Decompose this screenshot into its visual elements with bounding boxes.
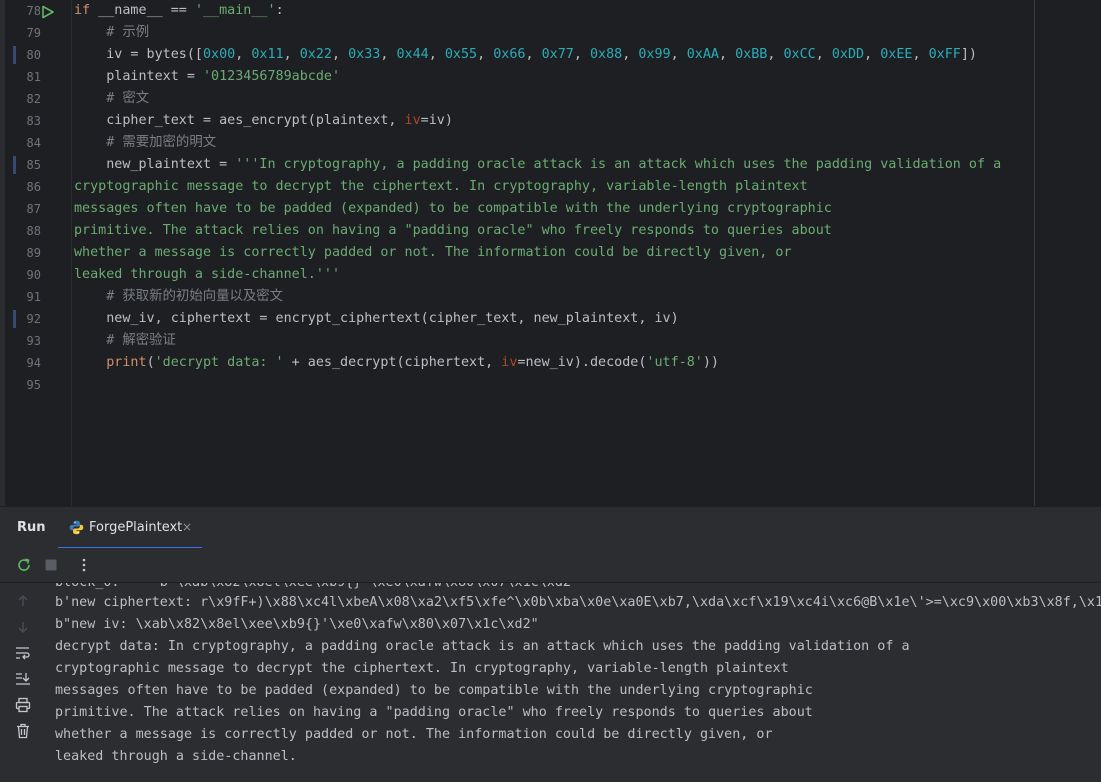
line-number: 90: [26, 268, 41, 282]
print-icon[interactable]: [14, 696, 32, 714]
tab-forge-plaintext[interactable]: ForgePlaintext ×: [58, 507, 202, 549]
code-line: new_iv, ciphertext = encrypt_ciphertext(…: [106, 311, 679, 326]
code-line: leaked through a side-channel.''': [74, 267, 341, 282]
arrow-down-icon[interactable]: [14, 618, 32, 636]
code-line: print('decrypt data: ' + aes_decrypt(cip…: [106, 355, 719, 370]
code-line: iv = bytes([0x00, 0x11, 0x22, 0x33, 0x44…: [106, 47, 977, 62]
code-line: whether a message is correctly padded or…: [74, 245, 792, 260]
console-line: leaked through a side-channel.: [55, 749, 297, 764]
code-line: # 解密验证: [106, 333, 176, 348]
line-number: 84: [26, 136, 41, 150]
code-line: new_plaintext = '''In cryptography, a pa…: [106, 157, 1002, 172]
line-number: 89: [26, 246, 41, 260]
code-line: # 获取新的初始向量以及密文: [106, 289, 284, 304]
run-tool-title: Run: [17, 520, 46, 535]
code-line: primitive. The attack relies on having a…: [74, 223, 832, 238]
code-line: # 示例: [106, 25, 150, 40]
code-line: # 密文: [106, 91, 150, 106]
tab-label: ForgePlaintext: [89, 520, 183, 535]
more-options-icon[interactable]: [75, 556, 93, 574]
soft-wrap-icon[interactable]: [14, 644, 32, 662]
line-number: 78: [26, 4, 41, 18]
rerun-icon[interactable]: [15, 556, 33, 574]
stop-icon[interactable]: [42, 556, 60, 574]
arrow-up-icon[interactable]: [14, 592, 32, 610]
line-number: 93: [26, 334, 41, 348]
run-toolbar: [0, 548, 1101, 583]
console-line: primitive. The attack relies on having a…: [55, 705, 813, 720]
line-number: 95: [26, 378, 41, 392]
scroll-to-end-icon[interactable]: [14, 670, 32, 688]
code-line: plaintext = '0123456789abcde': [106, 69, 341, 84]
line-number: 83: [26, 114, 41, 128]
line-number: 86: [26, 180, 41, 194]
console-output[interactable]: block_0: b'\xab\x82\x8el\xee\xb9{}'\xe0\…: [46, 583, 1101, 782]
line-number: 81: [26, 70, 41, 84]
console-line: cryptographic message to decrypt the cip…: [55, 661, 789, 676]
line-number: 79: [26, 26, 41, 40]
code-line: if __name__ == '__main__':: [74, 3, 284, 18]
code-line: # 需要加密的明文: [106, 135, 217, 150]
python-icon: [69, 520, 84, 535]
console-line: whether a message is correctly padded or…: [55, 727, 773, 742]
close-icon[interactable]: ×: [182, 520, 192, 534]
right-margin-guide: [1034, 0, 1035, 506]
console-side-toolbar: [0, 583, 46, 782]
console-line: b"new iv: \xab\x82\x8el\xee\xb9{}'\xe0\x…: [55, 617, 539, 632]
line-number: 88: [26, 224, 41, 238]
line-number: 82: [26, 92, 41, 106]
line-number: 94: [26, 356, 41, 370]
code-area[interactable]: if __name__ == '__main__': # 示例 iv = byt…: [74, 0, 1034, 506]
code-line: cipher_text = aes_encrypt(plaintext, iv=…: [106, 113, 453, 128]
change-marker[interactable]: [13, 46, 16, 64]
code-line: cryptographic message to decrypt the cip…: [74, 179, 808, 194]
code-editor[interactable]: 78 79 80 81 82 83 84 85 86 87 88 89 90 9…: [0, 0, 1101, 506]
line-number: 91: [26, 290, 41, 304]
console-line: messages often have to be padded (expand…: [55, 683, 813, 698]
play-icon[interactable]: [41, 4, 55, 19]
change-marker[interactable]: [13, 310, 16, 328]
change-marker[interactable]: [13, 156, 16, 174]
line-number: 87: [26, 202, 41, 216]
console-line: decrypt data: In cryptography, a padding…: [55, 639, 910, 654]
code-line: messages often have to be padded (expand…: [74, 201, 832, 216]
trash-icon[interactable]: [14, 722, 32, 740]
line-number-gutter: 78 79 80 81 82 83 84 85 86 87 88 89 90 9…: [5, 0, 72, 506]
console-line: b'new ciphertext: r\x9fF+)\x88\xc4l\xbeA…: [55, 595, 1101, 610]
run-tool-window-header: Run ForgePlaintext ×: [0, 506, 1101, 549]
